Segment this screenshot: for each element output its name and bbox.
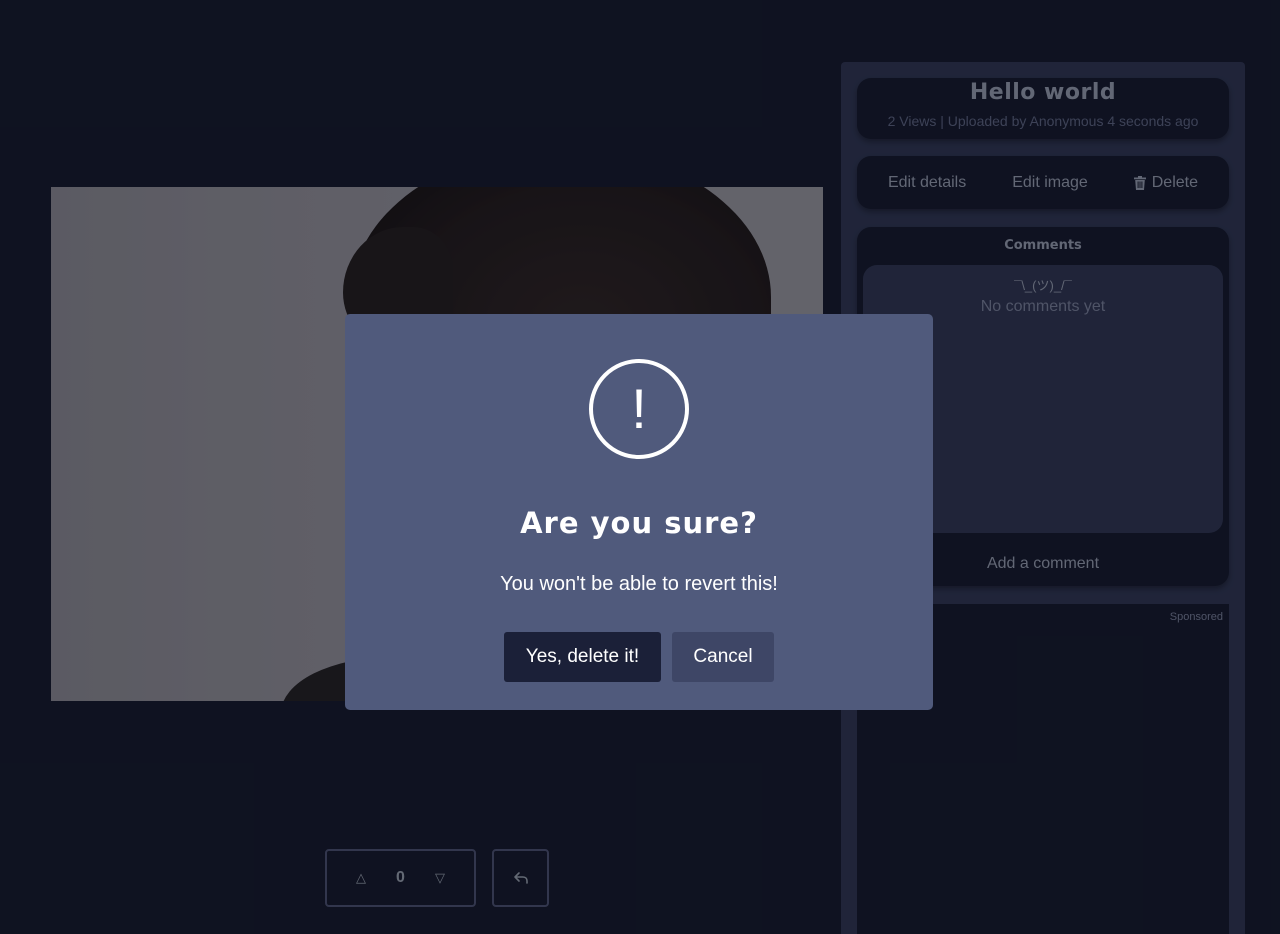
warning-icon: ! [589, 359, 689, 459]
confirm-delete-button[interactable]: Yes, delete it! [504, 632, 661, 682]
dialog-title: Are you sure? [520, 506, 758, 540]
confirm-dialog: ! Are you sure? You won't be able to rev… [345, 314, 933, 710]
dialog-message: You won't be able to revert this! [500, 573, 778, 595]
cancel-button[interactable]: Cancel [672, 632, 774, 682]
dialog-buttons: Yes, delete it! Cancel [345, 632, 933, 682]
